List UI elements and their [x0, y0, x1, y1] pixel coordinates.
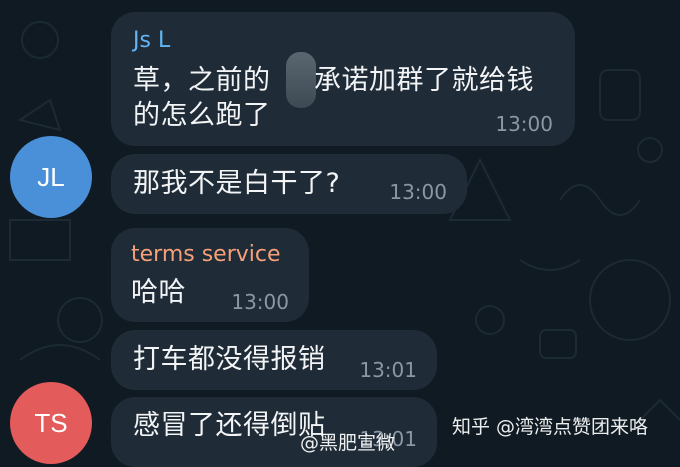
message-bubble[interactable]: terms service 哈哈 13:00 — [111, 228, 309, 322]
message-text: 感冒了还得倒贴 — [133, 410, 326, 441]
message-text: 打车都没得报销 — [133, 344, 326, 375]
weibo-watermark: @黑肥宣微 — [300, 432, 396, 454]
avatar[interactable]: TS — [10, 382, 92, 464]
message-bubble[interactable]: Js L 草，之前的 承诺加群了就给钱 的怎么跑了 13:00 — [111, 12, 575, 146]
avatar-initials: JL — [37, 161, 65, 192]
message-time: 13:00 — [495, 112, 553, 136]
message-text: 哈哈 — [131, 277, 186, 308]
sender-name[interactable]: Js L — [133, 28, 170, 53]
avatar[interactable]: JL — [10, 136, 92, 218]
message-text: 的怎么跑了 — [133, 100, 271, 131]
sender-name[interactable]: terms service — [131, 242, 281, 267]
message-text: 承诺加群了就给钱 — [314, 65, 534, 96]
message-text: 那我不是白干了? — [133, 168, 341, 199]
message-bubble[interactable]: 打车都没得报销 13:01 — [111, 330, 437, 390]
message-time: 13:00 — [389, 180, 447, 204]
zhihu-watermark: 知乎 @湾湾点赞团来咯 — [452, 416, 649, 438]
redacted-blur — [286, 52, 316, 108]
message-text: 草，之前的 — [133, 65, 271, 96]
message-time: 13:00 — [231, 290, 289, 314]
message-time: 13:01 — [359, 358, 417, 382]
message-bubble[interactable]: 那我不是白干了? 13:00 — [111, 154, 467, 214]
avatar-initials: TS — [34, 407, 68, 438]
